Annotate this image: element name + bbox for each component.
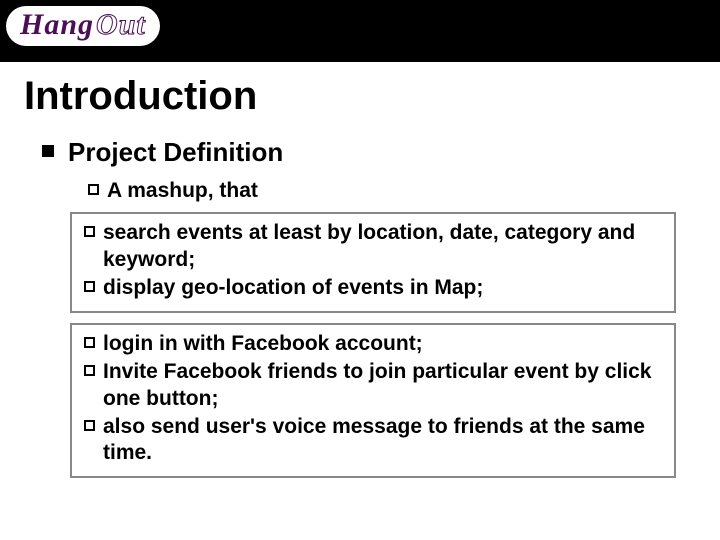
logo-text-out: Out <box>96 10 146 40</box>
slide-content: Introduction Project Definition A mashup… <box>0 62 720 478</box>
list-item: login in with Facebook account; <box>84 331 662 357</box>
logo: Hang Out <box>6 6 160 46</box>
feature-box-2: login in with Facebook account; Invite F… <box>70 323 676 478</box>
list-item: Invite Facebook friends to join particul… <box>84 359 662 412</box>
slide-title: Introduction <box>24 74 696 119</box>
square-hollow-icon <box>88 184 99 195</box>
list-item: search events at least by location, date… <box>84 220 662 273</box>
list-item: display geo-location of events in Map; <box>84 275 662 301</box>
intro-text: A mashup, that <box>107 178 258 204</box>
feature-box-1: search events at least by location, date… <box>70 212 676 313</box>
square-hollow-icon <box>84 226 95 237</box>
square-hollow-icon <box>84 365 95 376</box>
list-item: also send user's voice message to friend… <box>84 414 662 467</box>
header-bar: Hang Out <box>0 0 720 62</box>
bullet-level1: Project Definition <box>42 137 696 168</box>
square-hollow-icon <box>84 337 95 348</box>
square-hollow-icon <box>84 420 95 431</box>
bullet-level2: A mashup, that <box>88 178 696 204</box>
square-filled-icon <box>42 145 54 157</box>
box1-item-0: search events at least by location, date… <box>103 220 662 273</box>
box2-item-1: Invite Facebook friends to join particul… <box>103 359 662 412</box>
box2-item-2: also send user's voice message to friend… <box>103 414 662 467</box>
square-hollow-icon <box>84 281 95 292</box>
box1-item-1: display geo-location of events in Map; <box>103 275 483 301</box>
logo-text-hang: Hang <box>20 10 94 40</box>
section-heading: Project Definition <box>68 137 283 168</box>
box2-item-0: login in with Facebook account; <box>103 331 423 357</box>
